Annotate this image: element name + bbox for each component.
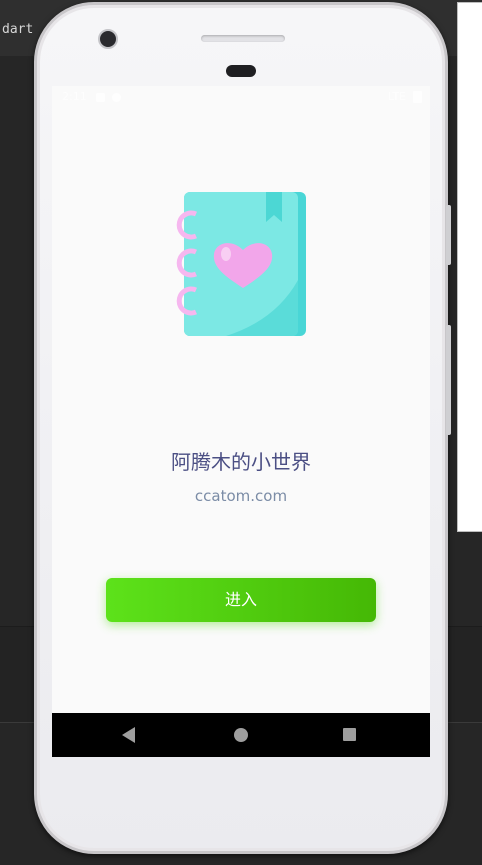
volume-button[interactable]: [446, 205, 451, 265]
ide-file-tab[interactable]: dart: [2, 22, 33, 37]
earpiece-speaker: [201, 35, 285, 42]
app-title: 阿腾木的小世界: [171, 450, 311, 474]
device-screen: 2:11 LTE 阿腾木的小世界 ccatom.com 进入: [52, 86, 430, 757]
home-circle-icon[interactable]: [234, 728, 248, 742]
enter-button[interactable]: 进入: [106, 578, 376, 622]
notebook-heart-icon: [176, 192, 306, 336]
status-signal: LTE: [387, 90, 406, 103]
power-button[interactable]: [446, 325, 451, 435]
back-triangle-icon[interactable]: [122, 727, 135, 743]
proximity-sensor: [226, 65, 256, 77]
front-camera-icon: [98, 29, 118, 49]
notification-icon-2: [112, 93, 121, 102]
ide-side-panel: [457, 2, 482, 532]
navigation-bar: [52, 713, 430, 757]
status-bar: 2:11 LTE: [52, 86, 430, 108]
battery-icon: [413, 91, 422, 103]
notification-icon: [96, 93, 105, 102]
app-domain: ccatom.com: [194, 487, 288, 505]
recent-apps-square-icon[interactable]: [343, 728, 356, 741]
status-time: 2:11: [62, 90, 87, 103]
